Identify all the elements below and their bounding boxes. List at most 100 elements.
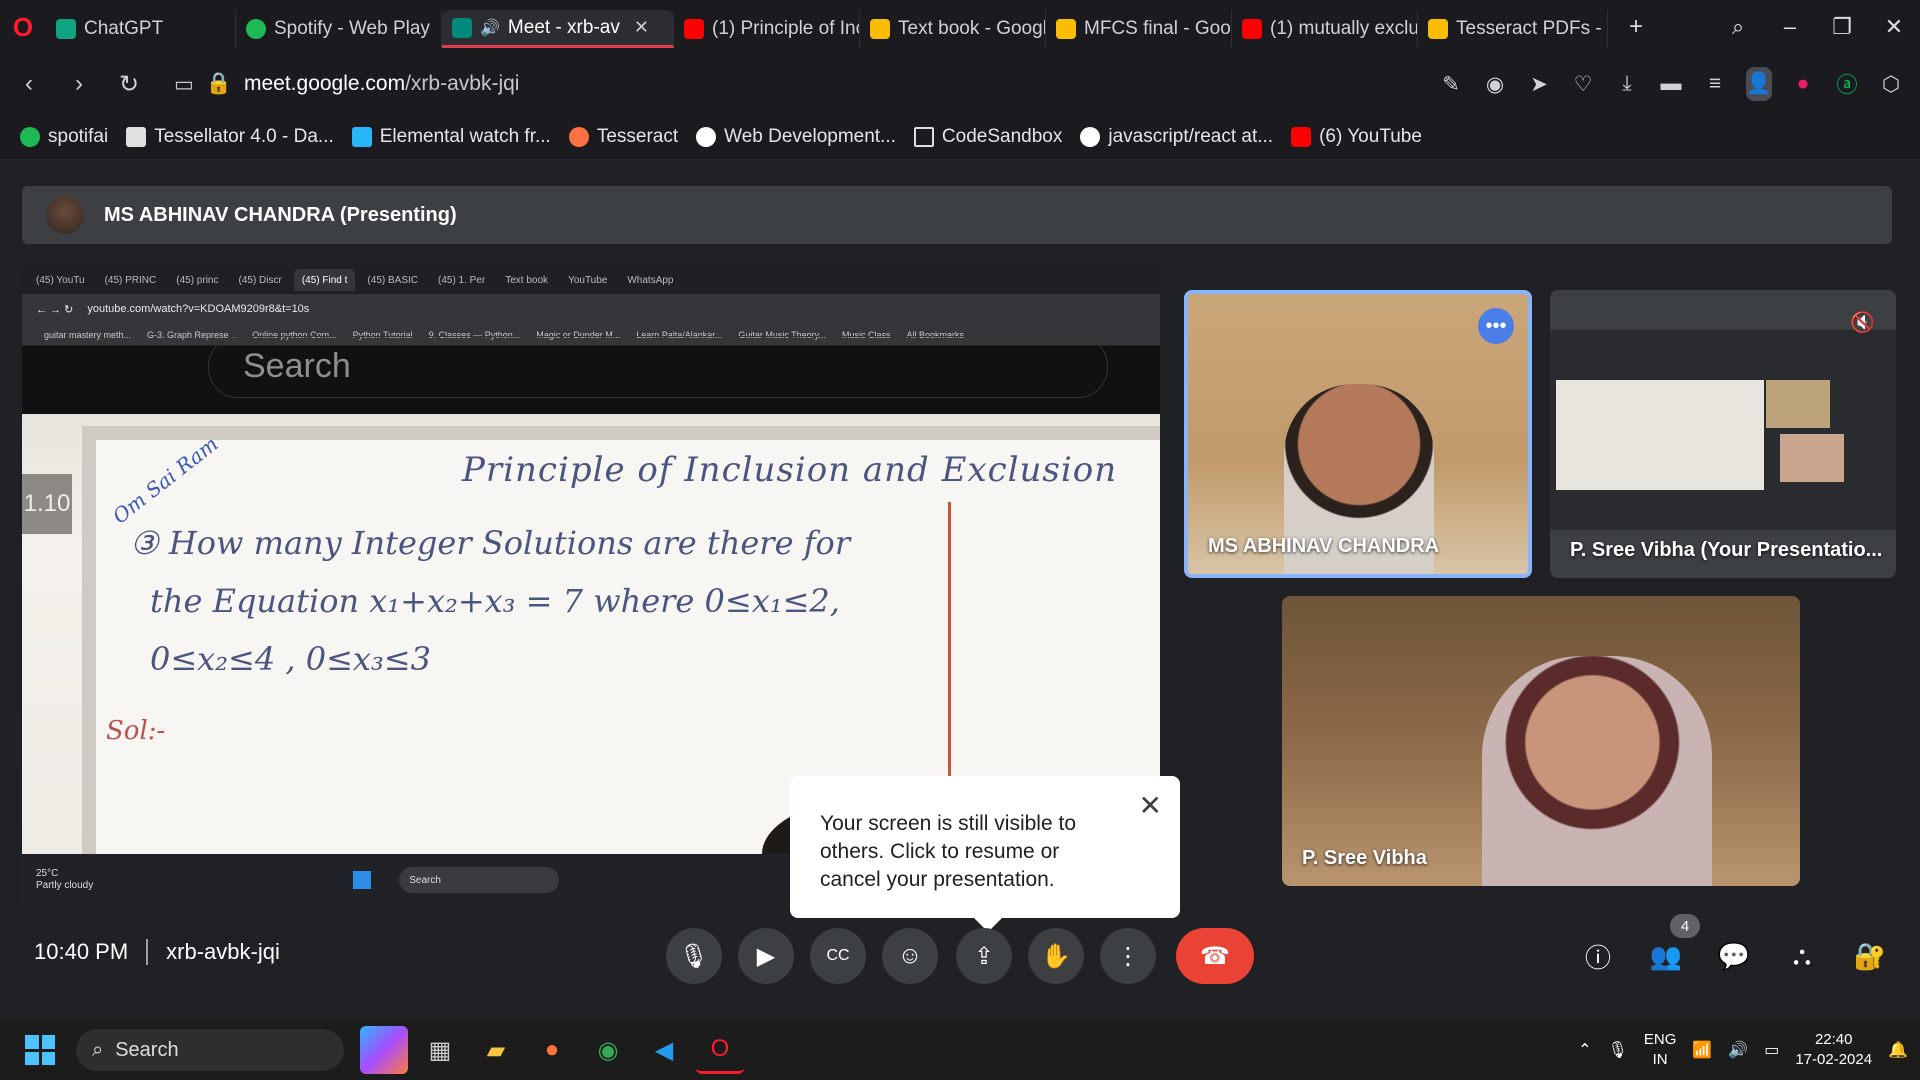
bookmark-tesseract[interactable]: Tesseract <box>568 126 678 148</box>
extension-icon[interactable]: ● <box>1790 72 1816 96</box>
tab-textbook[interactable]: Text book - Googl <box>860 10 1046 48</box>
meeting-time: 10:40 PM <box>34 939 129 964</box>
host-controls-button[interactable]: 🔐 <box>1842 928 1898 984</box>
battery-saver-icon[interactable]: ▬ <box>1658 72 1684 96</box>
close-tab-icon[interactable]: ✕ <box>634 17 649 38</box>
present-button[interactable]: ⇪ <box>956 928 1012 984</box>
raise-hand-button[interactable]: ✋ <box>1028 928 1084 984</box>
tab-tesseract[interactable]: Tesseract PDFs - G <box>1418 10 1608 48</box>
thumbnail-person <box>1766 380 1830 428</box>
tab-spotify[interactable]: Spotify - Web Play <box>236 10 442 48</box>
profile-icon[interactable]: 👤 <box>1746 67 1772 101</box>
language-indicator[interactable]: ENG IN <box>1644 1030 1677 1070</box>
chevron-up-icon[interactable]: ⌃ <box>1578 1040 1591 1060</box>
tab-youtube-principle[interactable]: (1) Principle of Inc <box>674 10 860 48</box>
extensions-icon[interactable]: ⬡ <box>1878 72 1904 97</box>
participant-tile-sree[interactable]: P. Sree Vibha <box>1282 596 1800 886</box>
close-icon[interactable]: ✕ <box>1139 792 1162 820</box>
bookmark-elemental[interactable]: Elemental watch fr... <box>351 126 551 148</box>
opera-menu-icon[interactable]: O <box>0 0 46 54</box>
participant-tile-presentation[interactable]: 🔇 P. Sree Vibha (Your Presentatio... <box>1550 290 1896 578</box>
bookmark-codesandbox[interactable]: CodeSandbox <box>913 125 1063 148</box>
notification-bell-icon[interactable]: 🔔 <box>1888 1040 1908 1060</box>
url-host: meet.google.com <box>244 72 406 95</box>
back-icon[interactable]: ‹ <box>4 70 54 98</box>
shared-tab: (45) princ <box>176 274 219 286</box>
video-timestamp: 1.10 <box>22 474 72 534</box>
participant-tile-abhinav[interactable]: ••• MS ABHINAV CHANDRA <box>1184 290 1532 578</box>
calculator-icon[interactable]: ▦ <box>416 1026 464 1074</box>
download-icon[interactable]: ⤓ <box>1614 72 1640 96</box>
forward-icon[interactable]: › <box>54 70 104 98</box>
restore-icon[interactable]: ❐ <box>1816 14 1868 40</box>
bookmark-tessellator[interactable]: Tessellator 4.0 - Da... <box>126 126 334 148</box>
leave-call-button[interactable]: ☎ <box>1176 928 1254 984</box>
battery-icon[interactable]: ▭ <box>1764 1040 1779 1060</box>
bookmark-webdev[interactable]: Web Development... <box>696 126 896 148</box>
tab-chatgpt[interactable]: ChatGPT <box>46 10 236 48</box>
bookmark-label: CodeSandbox <box>941 125 1063 147</box>
tab-mfcs[interactable]: MFCS final - Goog <box>1046 10 1232 48</box>
send-icon[interactable]: ➤ <box>1526 72 1552 97</box>
bookmark-label: Tessellator 4.0 - Da... <box>154 125 334 147</box>
bookmark-label: spotifai <box>48 125 109 147</box>
windows-icon <box>25 1035 55 1065</box>
lock-icon[interactable]: 🔒 <box>206 72 232 96</box>
chrome-icon[interactable]: ◉ <box>584 1026 632 1074</box>
meeting-details-button[interactable]: ⓘ <box>1570 928 1626 984</box>
microphone-button[interactable]: 🎙 <box>666 928 722 984</box>
new-tab-icon[interactable]: + <box>1616 7 1656 47</box>
activities-icon: ⛬ <box>1792 940 1812 970</box>
reload-icon[interactable]: ↻ <box>104 70 154 99</box>
snapshot-icon[interactable]: ◉ <box>1482 72 1508 97</box>
heart-icon[interactable]: ♡ <box>1570 72 1596 97</box>
camera-permission-icon[interactable]: ▭ <box>174 72 194 97</box>
bookmark-label: Web Development... <box>724 125 896 147</box>
tab-meet[interactable]: 🔊 Meet - xrb-av ✕ <box>442 10 674 48</box>
camera-button[interactable]: ▶ <box>738 928 794 984</box>
hand-icon: ✋ <box>1041 942 1071 970</box>
more-options-button[interactable]: ⋮ <box>1100 928 1156 984</box>
url-field[interactable]: ▭ 🔒 meet.google.com/xrb-avbk-jqi <box>174 72 519 97</box>
file-explorer-icon[interactable]: ▰ <box>472 1026 520 1074</box>
start-button[interactable] <box>10 1020 70 1080</box>
bookmark-spotifai[interactable]: spotifai <box>20 126 108 148</box>
presenter-avatar <box>46 196 84 234</box>
microphone-tray-icon[interactable]: 🎙 <box>1608 1040 1628 1060</box>
captions-button[interactable]: CC <box>810 928 866 984</box>
window-controls: ⌕ – ❐ ✕ <box>1712 0 1920 54</box>
edit-icon[interactable]: ✎ <box>1438 72 1464 97</box>
copilot-icon[interactable] <box>360 1026 408 1074</box>
bookmark-youtube[interactable]: (6) YouTube <box>1291 126 1422 148</box>
vscode-icon[interactable]: ◀ <box>640 1026 688 1074</box>
taskbar-search-label: Search <box>115 1038 179 1061</box>
more-options-icon[interactable]: ••• <box>1478 308 1514 344</box>
participant-video <box>1482 656 1712 886</box>
reactions-button[interactable]: ☺ <box>882 928 938 984</box>
chat-button[interactable]: 💬 <box>1706 928 1762 984</box>
opera-icon[interactable]: O <box>696 1026 744 1074</box>
shared-windows-icon <box>353 871 372 889</box>
meeting-code[interactable]: xrb-avbk-jqi <box>166 939 280 965</box>
close-window-icon[interactable]: ✕ <box>1868 14 1920 40</box>
clock[interactable]: 22:40 17-02-2024 <box>1795 1030 1872 1070</box>
activities-button[interactable]: ⛬ <box>1774 928 1830 984</box>
drive-favicon-icon <box>1428 19 1448 39</box>
wifi-icon[interactable]: 📶 <box>1692 1040 1712 1060</box>
shared-url: youtube.com/watch?v=KDOAM9209r8&t=10s <box>87 303 310 315</box>
bookmark-github[interactable]: javascript/react at... <box>1080 126 1273 148</box>
minimize-icon[interactable]: – <box>1764 14 1816 40</box>
search-tabs-icon[interactable]: ⌕ <box>1712 14 1764 40</box>
presentation-reminder-popup[interactable]: Your screen is still visible to others. … <box>790 776 1180 932</box>
easy-setup-icon[interactable]: ≡ <box>1702 72 1728 96</box>
spotify-icon <box>20 126 40 147</box>
firefox-icon[interactable]: ● <box>528 1026 576 1074</box>
tessellator-icon <box>126 126 147 147</box>
taskbar-search[interactable]: ⌕ Search <box>76 1029 344 1071</box>
tab-youtube-mutually[interactable]: (1) mutually exclus <box>1232 10 1418 48</box>
amazon-extension-icon[interactable]: ⓐ <box>1834 69 1860 99</box>
speaker-icon[interactable]: 🔊 <box>480 18 500 38</box>
volume-icon[interactable]: 🔊 <box>1728 1040 1748 1060</box>
shared-taskbar-search: Search <box>399 867 560 893</box>
present-screen-icon: ⇪ <box>973 942 995 970</box>
